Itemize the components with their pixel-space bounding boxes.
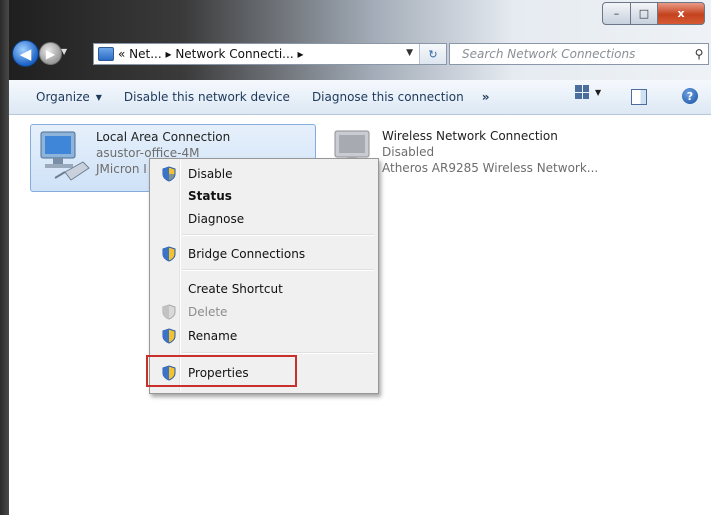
menu-item-diagnose[interactable]: Diagnose	[152, 208, 376, 230]
refresh-button[interactable]: ↻	[419, 44, 446, 64]
preview-pane-icon[interactable]	[631, 89, 647, 105]
organize-menu-button[interactable]: Organize ▼	[30, 85, 108, 109]
address-breadcrumb[interactable]: « Net... ▸ Network Connecti... ▸	[118, 47, 303, 61]
maximize-button[interactable]: □	[631, 2, 658, 25]
menu-item-label: Create Shortcut	[188, 282, 283, 296]
network-adapter-icon	[40, 131, 90, 181]
menu-item-bridge-connections[interactable]: Bridge Connections	[152, 243, 376, 265]
navigation-row: ◀ ▶ ▼ « Net... ▸ Network Connecti... ▸ ▼…	[9, 37, 711, 69]
minimize-button[interactable]: –	[602, 2, 631, 25]
menu-item-label: Diagnose	[188, 212, 245, 226]
recent-pages-dropdown-icon[interactable]: ▼	[61, 47, 67, 56]
menu-separator	[182, 352, 374, 354]
search-input[interactable]	[460, 46, 690, 62]
menu-separator	[182, 234, 374, 236]
diagnose-connection-button[interactable]: Diagnose this connection	[306, 85, 470, 109]
connection-name: Wireless Network Connection	[382, 129, 558, 143]
organize-label: Organize	[36, 90, 90, 104]
menu-item-status[interactable]: Status	[152, 185, 376, 207]
chevron-down-icon: ▼	[595, 87, 602, 97]
back-button[interactable]: ◀	[12, 40, 39, 67]
disable-device-button[interactable]: Disable this network device	[118, 85, 296, 109]
menu-item-label: Bridge Connections	[188, 247, 306, 261]
change-view-button[interactable]: ▼	[575, 85, 601, 99]
menu-item-disable[interactable]: Disable	[152, 163, 376, 185]
menu-item-label: Status	[188, 189, 232, 203]
menu-item-delete: Delete	[152, 301, 376, 323]
uac-shield-icon	[162, 304, 176, 320]
properties-highlight-annotation	[146, 355, 297, 387]
caption-buttons: – □ x	[602, 2, 705, 25]
connection-adapter: Atheros AR9285 Wireless Network...	[382, 161, 599, 175]
menu-item-rename[interactable]: Rename	[152, 325, 376, 347]
address-history-dropdown-icon[interactable]: ▼	[406, 48, 413, 58]
connection-details: Wireless Network Connection Disabled Ath…	[382, 128, 598, 176]
uac-shield-icon	[162, 328, 176, 344]
menu-item-label: Delete	[188, 305, 228, 319]
menu-item-create-shortcut[interactable]: Create Shortcut	[152, 278, 376, 300]
forward-button[interactable]: ▶	[39, 42, 62, 65]
title-bar: – □ x ◀ ▶ ▼ « Net... ▸ Network Connecti.…	[9, 0, 711, 80]
menu-separator	[182, 269, 374, 271]
uac-shield-icon	[162, 166, 176, 182]
search-box[interactable]: ⚲	[449, 43, 709, 65]
desktop-background	[0, 0, 9, 515]
network-folder-icon	[98, 47, 114, 61]
command-bar: Organize ▼ Disable this network device D…	[9, 80, 711, 115]
close-button[interactable]: x	[658, 2, 705, 25]
explorer-window: – □ x ◀ ▶ ▼ « Net... ▸ Network Connecti.…	[9, 0, 711, 515]
search-icon[interactable]: ⚲	[690, 47, 708, 61]
chevron-down-icon: ▼	[95, 92, 102, 102]
more-commands-button[interactable]: »	[476, 85, 496, 109]
menu-item-label: Rename	[188, 329, 238, 343]
uac-shield-icon	[162, 246, 176, 262]
menu-item-label: Disable	[188, 167, 233, 181]
address-bar[interactable]: « Net... ▸ Network Connecti... ▸ ▼ ↻	[93, 43, 447, 65]
connection-status: Disabled	[382, 145, 435, 159]
view-layout-icon	[575, 85, 589, 99]
connection-name: Local Area Connection	[96, 130, 231, 144]
help-icon[interactable]: ?	[682, 88, 698, 104]
